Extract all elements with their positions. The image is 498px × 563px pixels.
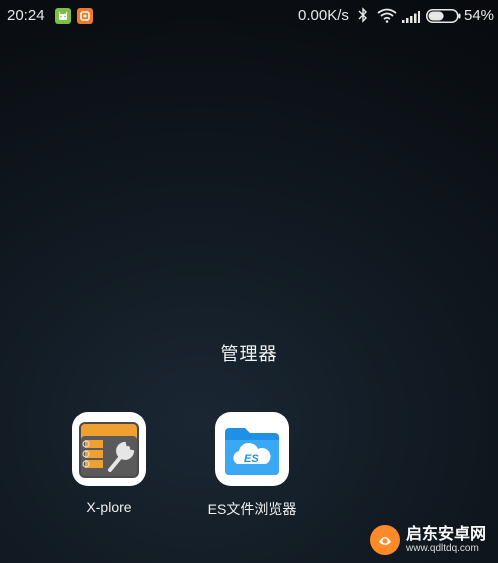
watermark-logo-icon [370,525,400,555]
xplore-app-label: X-plore [86,499,132,515]
folder-title[interactable]: 管理器 [0,340,498,366]
watermark-title: 启东安卓网 [406,525,487,543]
xplore-app-icon[interactable] [72,412,146,486]
svg-text:ES: ES [244,453,259,465]
es-app-label: ES文件浏览器 [207,501,297,517]
watermark: 启东安卓网 www.qdltdq.com [370,522,494,558]
es-file-explorer-icon[interactable]: ES [215,412,289,486]
battery-percent: 54% [464,7,495,24]
app-xplore[interactable]: X-plore [49,412,169,515]
status-bar: 20:24 0.00K/s 54% [0,0,498,32]
signal-icon [402,10,420,27]
orange-app-notification-icon [77,8,93,24]
status-time: 20:24 [7,7,45,24]
battery-icon [426,9,461,27]
watermark-url: www.qdltdq.com [406,542,479,554]
network-speed: 0.00K/s [298,7,349,24]
app-es-file-explorer[interactable]: ES ES文件浏览器 [192,412,312,519]
bluetooth-icon [358,7,368,27]
android-notification-icon [55,8,71,24]
wifi-icon [377,8,397,27]
